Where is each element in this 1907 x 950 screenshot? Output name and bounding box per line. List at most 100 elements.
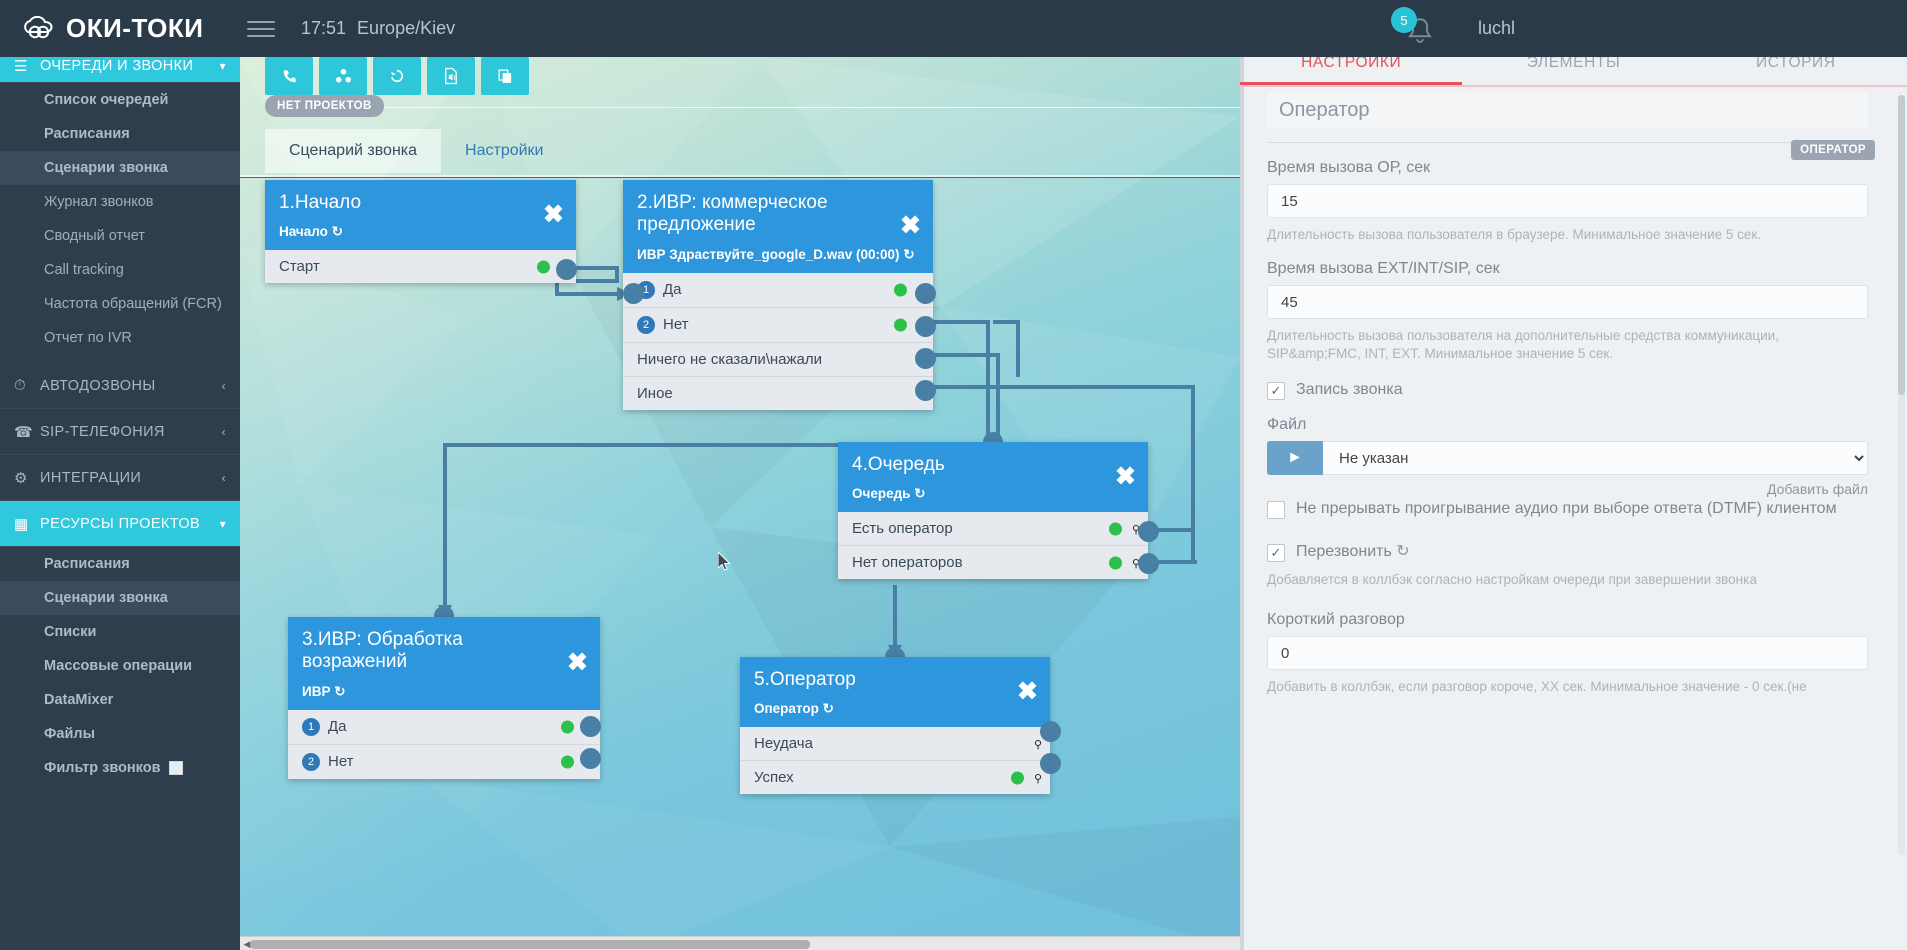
refresh-icon[interactable]: ↻ xyxy=(823,701,834,716)
short-talk-input[interactable] xyxy=(1267,636,1868,671)
sidebar-group-sip[interactable]: ☎ SIP-ТЕЛЕФОНИЯ ‹ xyxy=(0,409,240,455)
canvas-tabs[interactable]: Сценарий звонка Настройки xyxy=(265,129,567,173)
node-5-output-port-fail[interactable] xyxy=(1040,721,1061,742)
refresh-icon[interactable]: ↻ xyxy=(1396,543,1409,560)
node-1-output-port[interactable] xyxy=(556,259,577,280)
sidebar-item-schedules[interactable]: Расписания xyxy=(0,117,240,151)
dtmf-checkbox[interactable] xyxy=(1267,501,1285,520)
play-icon[interactable]: ► xyxy=(1267,441,1323,476)
toolbar-copy-button[interactable] xyxy=(481,57,529,95)
add-file-link[interactable]: Добавить файл xyxy=(1267,481,1868,497)
file-select[interactable]: Не указан xyxy=(1323,441,1868,476)
callback-checkbox[interactable]: ✓ xyxy=(1267,544,1285,563)
refresh-icon[interactable]: ↻ xyxy=(332,224,343,239)
node-row[interactable]: 1 Да ⚲ xyxy=(623,272,933,308)
refresh-icon[interactable]: ↻ xyxy=(903,247,914,262)
node-2-output-port-silent[interactable] xyxy=(915,348,936,369)
close-icon[interactable]: ✖ xyxy=(1017,679,1038,705)
node-2-output-port-yes[interactable] xyxy=(915,283,936,304)
close-icon[interactable]: ✖ xyxy=(567,650,588,676)
sidebar-item-res-schedules[interactable]: Расписания xyxy=(0,547,240,581)
file-row[interactable]: ► Не указан xyxy=(1267,441,1868,476)
node-3-output-port-yes[interactable] xyxy=(580,716,601,737)
node-4-output-port-has-operator[interactable] xyxy=(1138,521,1159,542)
node-row[interactable]: 1 Да ⚲ xyxy=(288,709,600,745)
node-3-ivr-objections[interactable]: 3.ИВР: Обработка возражений ИВР ↻ ✖ 1 Да… xyxy=(288,617,600,779)
node-header[interactable]: 5.Оператор Оператор ↻ ✖ xyxy=(740,657,1050,728)
node-header[interactable]: 2.ИВР: коммерческое предложение ИВР Здра… xyxy=(623,180,933,273)
node-2-ivr-offer[interactable]: 2.ИВР: коммерческое предложение ИВР Здра… xyxy=(623,180,933,410)
sidebar-group-autodial[interactable]: ⏱ АВТОДОЗВОНЫ ‹ xyxy=(0,363,240,409)
node-header[interactable]: 3.ИВР: Обработка возражений ИВР ↻ ✖ xyxy=(288,617,600,710)
canvas-toolbar[interactable] xyxy=(265,57,529,95)
element-name-input[interactable] xyxy=(1267,92,1868,128)
node-1-start[interactable]: 1.Начало Начало ↻ ✖ Старт ⚲ xyxy=(265,180,576,284)
node-2-output-port-other[interactable] xyxy=(915,380,936,401)
sidebar-item-call-log[interactable]: Журнал звонков xyxy=(0,185,240,219)
refresh-icon[interactable]: ↻ xyxy=(334,684,345,699)
node-row[interactable]: Ничего не сказали\нажали ⚲ xyxy=(623,342,933,377)
panel-scrollbar[interactable] xyxy=(1898,95,1905,855)
hamburger-icon[interactable] xyxy=(247,16,275,40)
sidebar-item-res-files[interactable]: Файлы xyxy=(0,717,240,751)
toolbar-nodes-button[interactable] xyxy=(319,57,367,95)
node-4-queue[interactable]: 4.Очередь Очередь ↻ ✖ Есть оператор ⚲ Не… xyxy=(838,442,1148,580)
sidebar[interactable]: ☰ ОЧЕРЕДИ И ЗВОНКИ ▾ Список очередей Рас… xyxy=(0,57,240,950)
call-record-row[interactable]: ✓ Запись звонка xyxy=(1267,380,1868,401)
node-row[interactable]: Нет операторов ⚲ xyxy=(838,546,1148,580)
sidebar-item-res-call-scenarios[interactable]: Сценарии звонка xyxy=(0,581,240,615)
call-filter-checkbox[interactable] xyxy=(168,761,183,775)
scenario-canvas[interactable]: НЕТ ПРОЕКТОВ Сценарий звонка Настройки 1… xyxy=(240,57,1240,950)
sidebar-item-ivr-report[interactable]: Отчет по IVR xyxy=(0,321,240,355)
sidebar-item-res-lists[interactable]: Списки xyxy=(0,615,240,649)
refresh-icon[interactable]: ↻ xyxy=(914,486,925,501)
close-icon[interactable]: ✖ xyxy=(543,202,564,228)
notifications-button[interactable]: 5 xyxy=(1391,7,1439,53)
node-row[interactable]: Неудача ⚲ xyxy=(740,727,1050,762)
toolbar-phone-button[interactable] xyxy=(265,57,313,95)
close-icon[interactable]: ✖ xyxy=(900,213,921,239)
properties-panel[interactable]: НАСТРОЙКИ ЭЛЕМЕНТЫ ИСТОРИЯ ОПЕРАТОР Врем… xyxy=(1240,0,1907,950)
toolbar-history-button[interactable] xyxy=(373,57,421,95)
sidebar-item-call-tracking[interactable]: Call tracking xyxy=(0,253,240,287)
canvas-horizontal-scrollbar[interactable]: ◀ xyxy=(240,936,1240,950)
node-row[interactable]: Старт ⚲ xyxy=(265,250,576,284)
sidebar-group-queues[interactable]: ☰ ОЧЕРЕДИ И ЗВОНКИ ▾ xyxy=(0,57,240,83)
node-header[interactable]: 1.Начало Начало ↻ ✖ xyxy=(265,180,576,251)
scrollbar-thumb[interactable] xyxy=(250,940,810,949)
node-5-operator[interactable]: 5.Оператор Оператор ↻ ✖ Неудача ⚲ Успех … xyxy=(740,657,1050,795)
node-header[interactable]: 4.Очередь Очередь ↻ ✖ xyxy=(838,442,1148,513)
node-2-output-port-no[interactable] xyxy=(915,316,936,337)
node-3-output-port-no[interactable] xyxy=(580,748,601,769)
node-4-output-port-no-operators[interactable] xyxy=(1138,553,1159,574)
node-row[interactable]: Иное ⚲ xyxy=(623,376,933,410)
node-row[interactable]: Успех ⚲ xyxy=(740,761,1050,795)
sidebar-item-res-bulk-ops[interactable]: Массовые операции xyxy=(0,649,240,683)
sidebar-group-project-resources[interactable]: ▦ РЕСУРСЫ ПРОЕКТОВ ▾ xyxy=(0,501,240,547)
close-icon[interactable]: ✖ xyxy=(1115,464,1136,490)
or-call-time-input[interactable] xyxy=(1267,184,1868,218)
callback-row[interactable]: ✓ Перезвонить ↻ xyxy=(1267,542,1868,563)
key-icon[interactable]: ⚲ xyxy=(1034,772,1046,785)
tab-call-scenario[interactable]: Сценарий звонка xyxy=(265,129,442,173)
username-label[interactable]: luchl xyxy=(1478,0,1515,57)
node-row[interactable]: 2 Нет ⚲ xyxy=(288,744,600,779)
node-row[interactable]: Есть оператор ⚲ xyxy=(838,512,1148,547)
ext-call-time-input[interactable] xyxy=(1267,285,1868,320)
tab-settings[interactable]: Настройки xyxy=(441,129,567,173)
dtmf-row[interactable]: Не прерывать проигрывание аудио при выбо… xyxy=(1267,499,1868,520)
brand-logo-area[interactable]: ОКИ-ТОКИ xyxy=(22,0,203,57)
node-row[interactable]: 2 Нет ⚲ xyxy=(623,307,933,343)
call-record-checkbox[interactable]: ✓ xyxy=(1267,381,1285,400)
sidebar-item-res-datamixer[interactable]: DataMixer xyxy=(0,683,240,717)
sidebar-item-res-call-filter[interactable]: Фильтр звонков xyxy=(0,751,240,785)
sidebar-item-queue-list[interactable]: Список очередей xyxy=(0,83,240,117)
sidebar-item-call-scenarios[interactable]: Сценарии звонка xyxy=(0,151,240,185)
toolbar-audio-file-button[interactable] xyxy=(427,57,475,95)
panel-scrollbar-thumb[interactable] xyxy=(1898,95,1905,395)
node-5-output-port-success[interactable] xyxy=(1040,753,1061,774)
sidebar-item-fcr[interactable]: Частота обращений (FCR) xyxy=(0,287,240,321)
node-2-input-port[interactable] xyxy=(623,283,644,304)
sidebar-item-summary-report[interactable]: Сводный отчет xyxy=(0,219,240,253)
sidebar-group-integrations[interactable]: ⚙ ИНТЕГРАЦИИ ‹ xyxy=(0,455,240,501)
